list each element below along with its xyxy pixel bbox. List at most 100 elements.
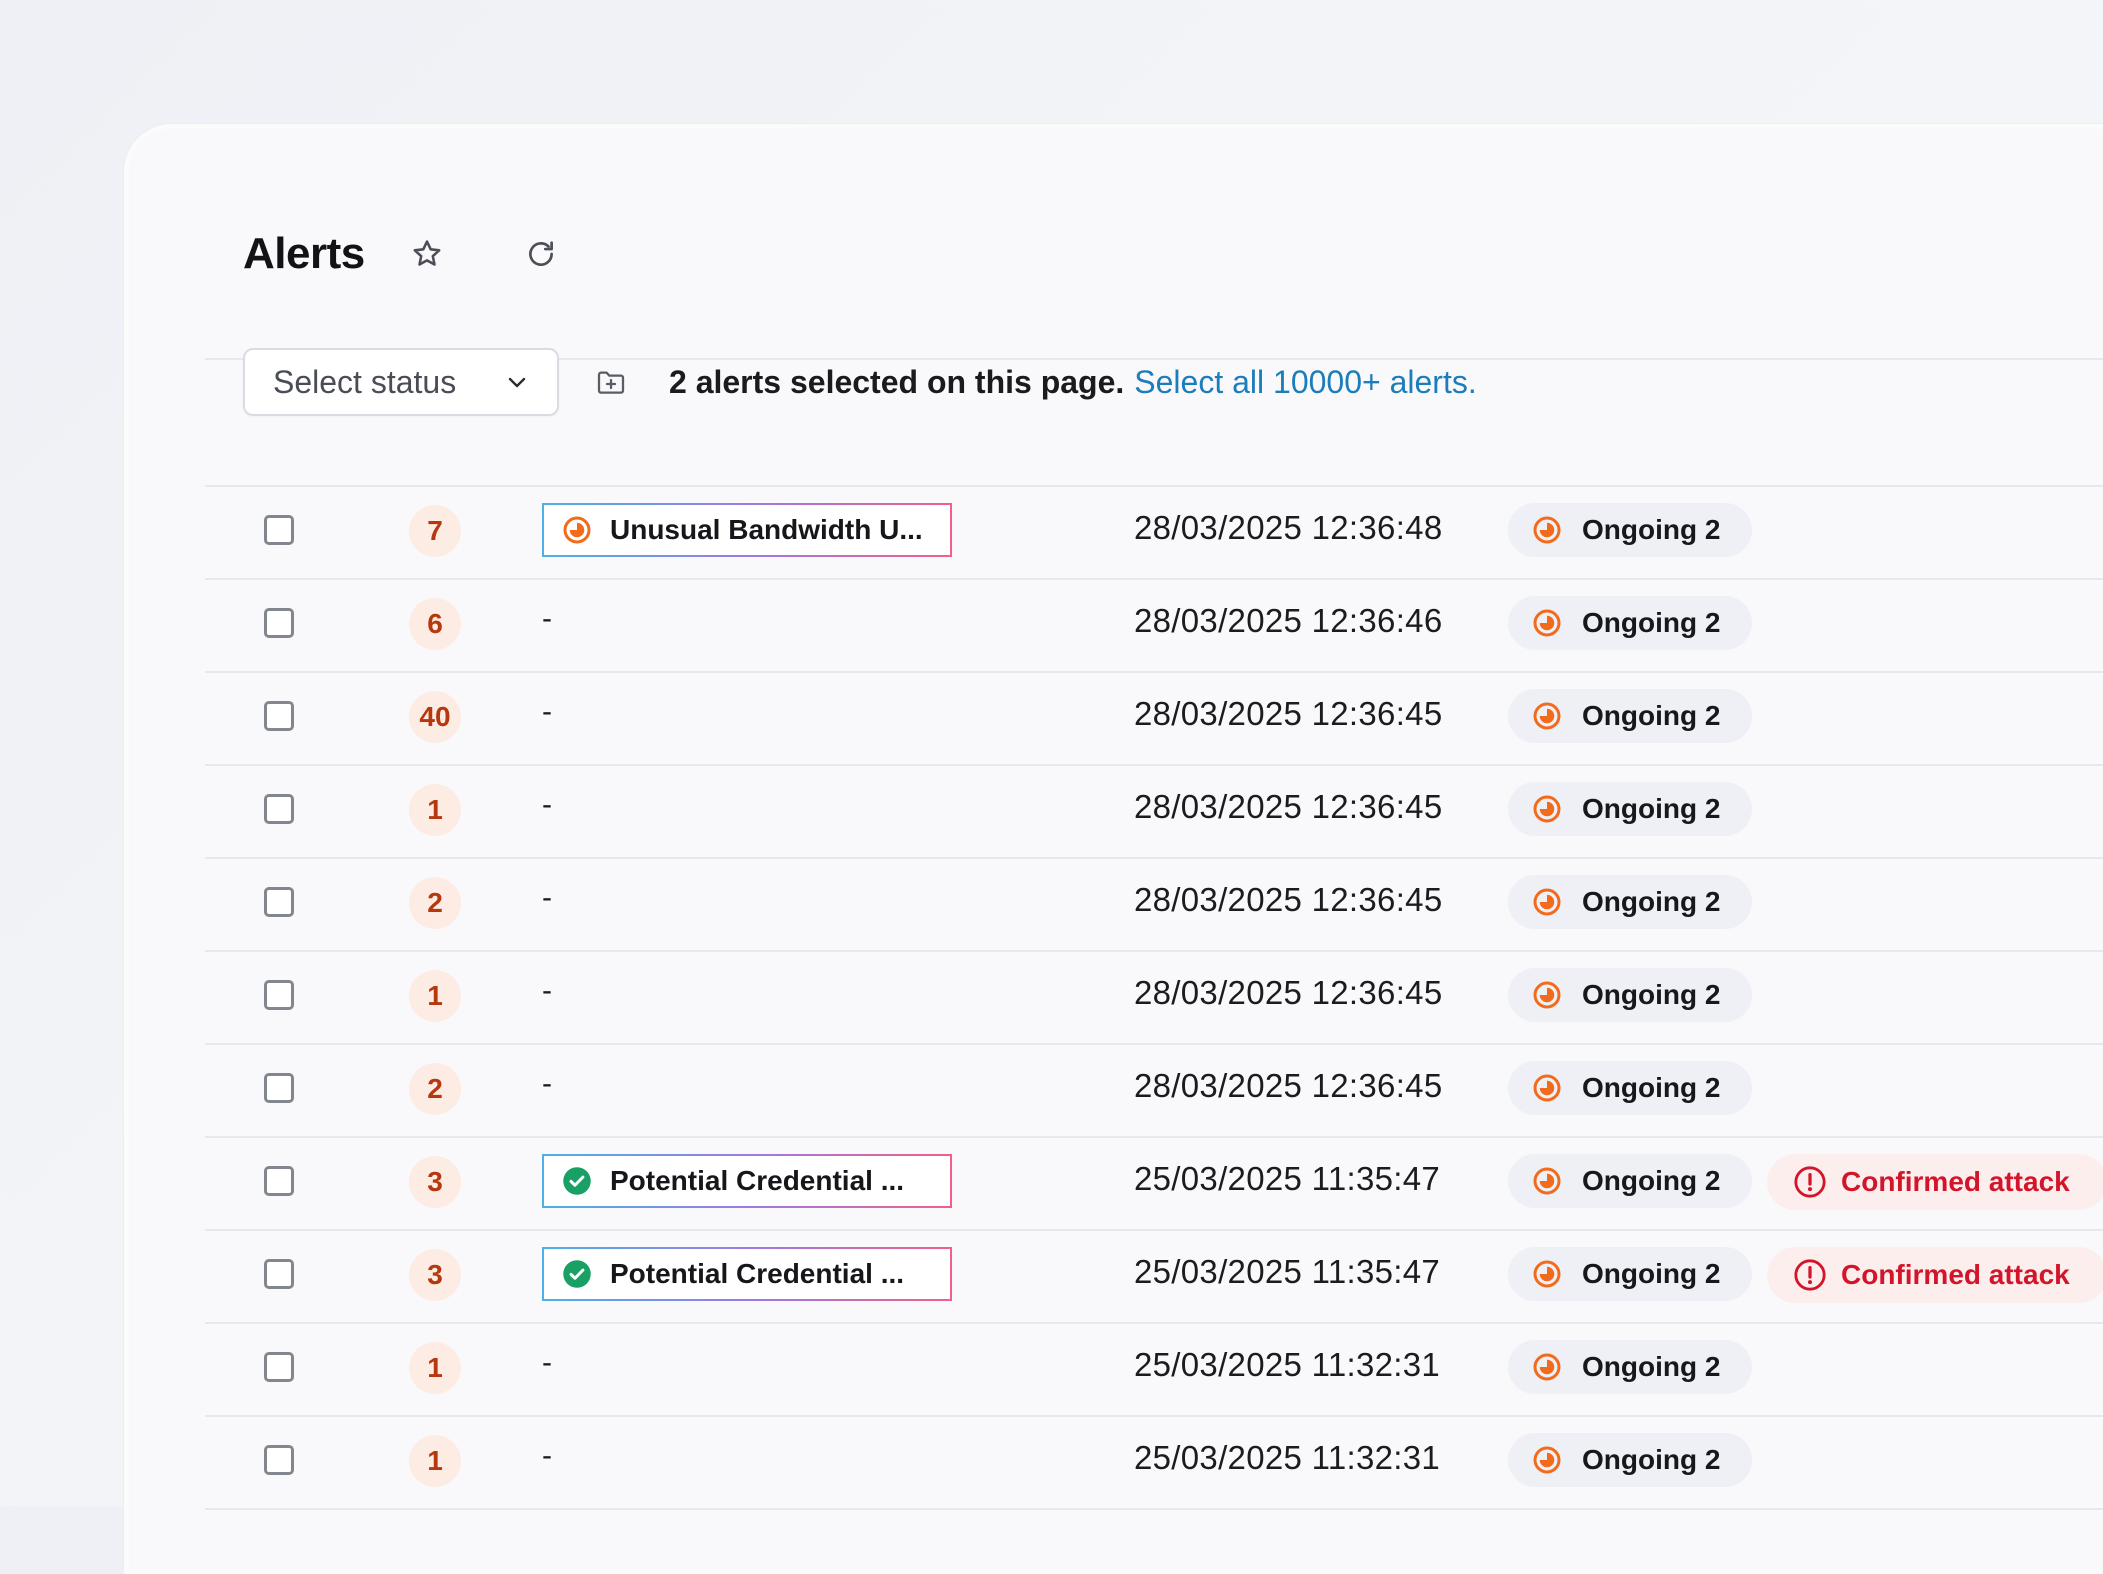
alert-count-badge: 1 (409, 784, 461, 836)
table-row[interactable]: 1 - 25/03/2025 11:32:31 Ongoing 2 (205, 1415, 2103, 1510)
status-badge[interactable]: Ongoing 2 (1508, 1061, 1752, 1115)
alert-count-badge: 7 (409, 505, 461, 557)
table-row[interactable]: 3 Potential Credential ... 25/03/2025 11… (205, 1229, 2103, 1322)
status-badge[interactable]: Ongoing 2 (1508, 1247, 1752, 1301)
alert-name-empty: - (542, 881, 552, 914)
table-row[interactable]: 3 Potential Credential ... 25/03/2025 11… (205, 1136, 2103, 1229)
status-badge[interactable]: Ongoing 2 (1508, 875, 1752, 929)
status-label: Ongoing 2 (1582, 1444, 1721, 1475)
alert-timestamp: 25/03/2025 11:35:47 (1134, 1160, 1441, 1197)
row-checkbox[interactable] (264, 608, 294, 638)
alert-timestamp: 28/03/2025 12:36:45 (1134, 788, 1443, 825)
alert-name-chip[interactable]: Potential Credential ... (542, 1247, 952, 1301)
status-badge[interactable]: Ongoing 2 (1508, 596, 1752, 650)
ongoing-icon (1532, 980, 1562, 1010)
alert-timestamp: 25/03/2025 11:35:47 (1134, 1253, 1441, 1290)
row-checkbox[interactable] (264, 980, 294, 1010)
table-row[interactable]: 1 - 25/03/2025 11:32:31 Ongoing 2 (205, 1322, 2103, 1415)
row-checkbox[interactable] (264, 1352, 294, 1382)
alert-timestamp: 25/03/2025 11:32:31 (1134, 1346, 1441, 1383)
alert-count-badge: 1 (409, 1342, 461, 1394)
row-checkbox[interactable] (264, 794, 294, 824)
status-label: Ongoing 2 (1582, 1072, 1721, 1103)
alerts-panel: Alerts Select status 2 alerts selected o… (124, 124, 2103, 1574)
table-row[interactable]: 1 - 28/03/2025 12:36:45 Ongoing 2 (205, 950, 2103, 1043)
status-badge[interactable]: Ongoing 2 (1508, 503, 1752, 557)
alert-count-badge: 3 (409, 1156, 461, 1208)
table-row[interactable]: 2 - 28/03/2025 12:36:45 Ongoing 2 (205, 857, 2103, 950)
alert-timestamp: 28/03/2025 12:36:45 (1134, 1067, 1443, 1104)
row-checkbox[interactable] (264, 515, 294, 545)
status-label: Ongoing 2 (1582, 979, 1721, 1010)
row-checkbox[interactable] (264, 1166, 294, 1196)
table-row[interactable]: 1 - 28/03/2025 12:36:45 Ongoing 2 (205, 764, 2103, 857)
status-badge[interactable]: Ongoing 2 (1508, 1340, 1752, 1394)
alert-timestamp: 28/03/2025 12:36:48 (1134, 509, 1443, 546)
row-checkbox[interactable] (264, 701, 294, 731)
select-all-link[interactable]: Select all 10000+ alerts. (1134, 364, 1476, 401)
row-checkbox[interactable] (264, 1445, 294, 1475)
alert-timestamp: 28/03/2025 12:36:46 (1134, 602, 1443, 639)
ongoing-icon (1532, 1445, 1562, 1475)
alert-name-chip[interactable]: Potential Credential ... (542, 1154, 952, 1208)
status-label: Ongoing 2 (1582, 607, 1721, 638)
table-row[interactable]: 6 - 28/03/2025 12:36:46 Ongoing 2 (205, 578, 2103, 671)
alert-count-badge: 2 (409, 877, 461, 929)
alert-name-empty: - (542, 974, 552, 1007)
selection-count-text: 2 alerts selected on this page. (669, 363, 1125, 400)
status-label: Ongoing 2 (1582, 700, 1721, 731)
table-row[interactable]: 40 - 28/03/2025 12:36:45 Ongoing 2 (205, 671, 2103, 764)
alert-name-empty: - (542, 1439, 552, 1472)
status-badge[interactable]: Ongoing 2 (1508, 968, 1752, 1022)
ongoing-icon (1532, 701, 1562, 731)
alert-count-badge: 3 (409, 1249, 461, 1301)
ongoing-icon (1532, 887, 1562, 917)
row-checkbox[interactable] (264, 887, 294, 917)
ongoing-icon (562, 515, 592, 545)
status-label: Ongoing 2 (1582, 1351, 1721, 1382)
alert-name-chip[interactable]: Unusual Bandwidth U... (542, 503, 952, 557)
page-header: Alerts (243, 209, 565, 299)
alert-timestamp: 28/03/2025 12:36:45 (1134, 974, 1443, 1011)
chevron-down-icon (505, 370, 529, 394)
ongoing-icon (1532, 1166, 1562, 1196)
alert-name-label: Potential Credential ... (610, 1165, 905, 1196)
row-checkbox[interactable] (264, 1259, 294, 1289)
ongoing-icon (1532, 1073, 1562, 1103)
ongoing-icon (1532, 608, 1562, 638)
alert-name-empty: - (542, 695, 552, 728)
ongoing-icon (1532, 1259, 1562, 1289)
status-select-placeholder: Select status (273, 363, 457, 400)
add-to-folder-icon[interactable] (587, 358, 635, 406)
confirmed-attack-badge[interactable]: Confirmed attack (1767, 1247, 2103, 1303)
alert-name-empty: - (542, 1067, 552, 1100)
table-row[interactable]: 2 - 28/03/2025 12:36:45 Ongoing 2 (205, 1043, 2103, 1136)
confirmed-attack-badge[interactable]: Confirmed attack (1767, 1154, 2103, 1210)
alert-count-badge: 1 (409, 970, 461, 1022)
refresh-icon[interactable] (517, 230, 565, 278)
alert-name-empty: - (542, 602, 552, 635)
status-label: Ongoing 2 (1582, 1258, 1721, 1289)
alert-count-badge: 2 (409, 1063, 461, 1115)
alert-timestamp: 28/03/2025 12:36:45 (1134, 695, 1443, 732)
status-badge[interactable]: Ongoing 2 (1508, 782, 1752, 836)
confirmed-attack-label: Confirmed attack (1841, 1166, 2070, 1197)
table-row[interactable]: 7 Unusual Bandwidth U... 28/03/2025 12:3… (205, 485, 2103, 578)
status-badge[interactable]: Ongoing 2 (1508, 1154, 1752, 1208)
favorite-star-icon[interactable] (403, 230, 451, 278)
check-circle-icon (562, 1166, 592, 1196)
page-title: Alerts (243, 229, 365, 278)
status-label: Ongoing 2 (1582, 514, 1721, 545)
alert-timestamp: 25/03/2025 11:32:31 (1134, 1439, 1441, 1476)
status-select[interactable]: Select status (243, 348, 559, 416)
status-badge[interactable]: Ongoing 2 (1508, 689, 1752, 743)
row-checkbox[interactable] (264, 1073, 294, 1103)
ongoing-icon (1532, 1352, 1562, 1382)
status-label: Ongoing 2 (1582, 793, 1721, 824)
status-label: Ongoing 2 (1582, 886, 1721, 917)
alert-name-empty: - (542, 788, 552, 821)
alert-name-empty: - (542, 1346, 552, 1379)
alert-count-badge: 1 (409, 1435, 461, 1487)
status-badge[interactable]: Ongoing 2 (1508, 1433, 1752, 1487)
alert-name-label: Unusual Bandwidth U... (610, 514, 923, 545)
